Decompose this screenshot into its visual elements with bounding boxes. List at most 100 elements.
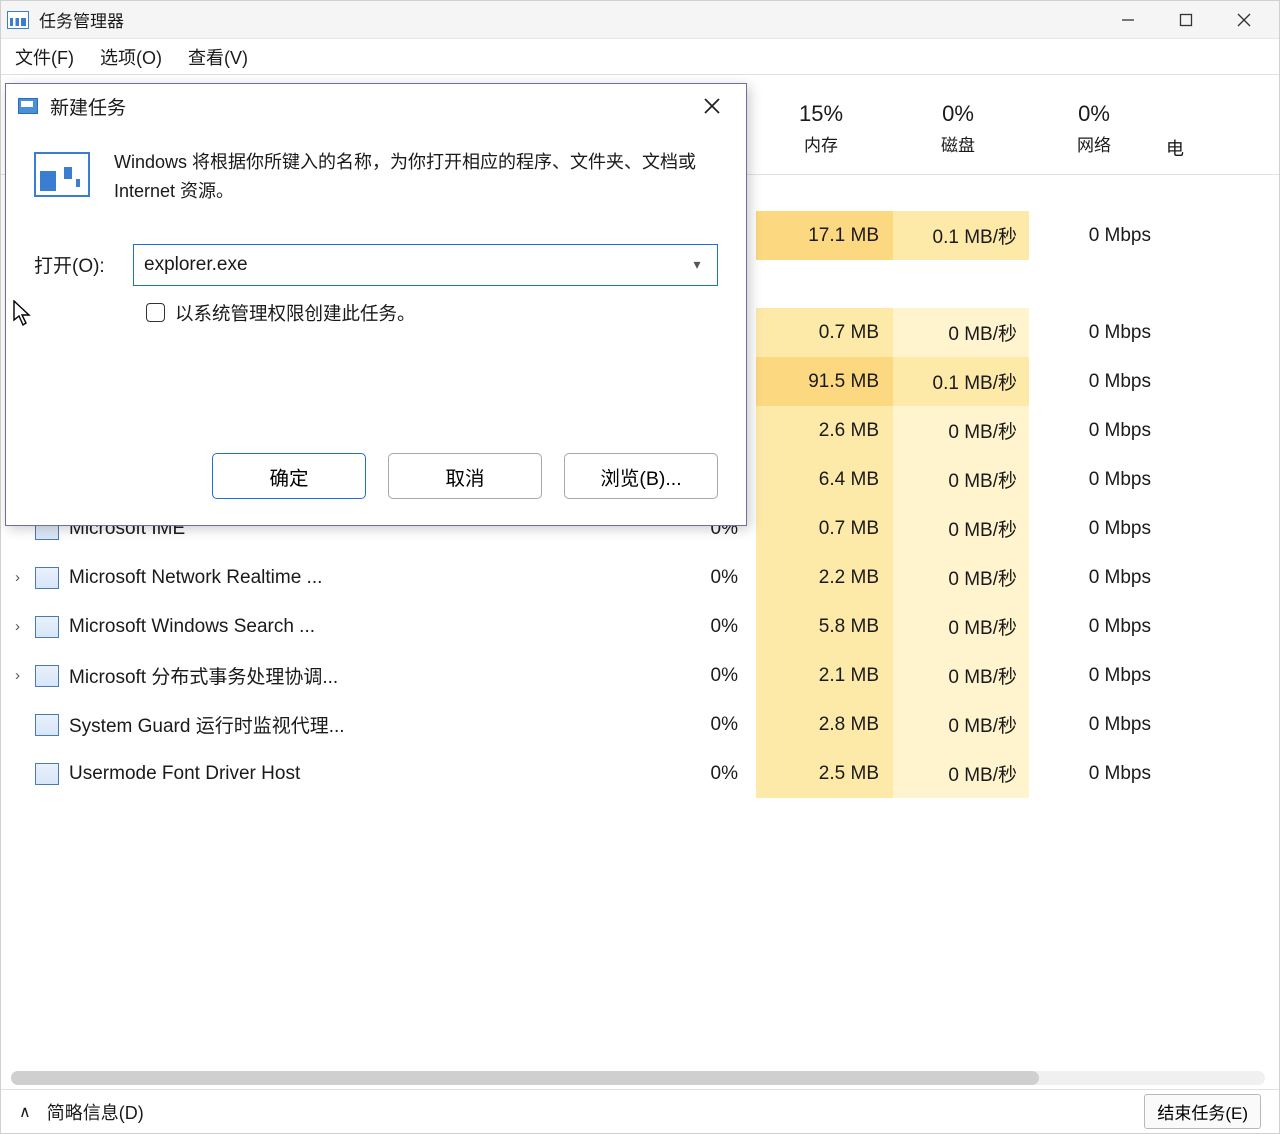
expand-icon[interactable]: › — [15, 618, 35, 635]
process-name: System Guard 运行时监视代理... — [69, 711, 345, 738]
network-cell: 0 Mbps — [1029, 504, 1165, 553]
cpu-cell: 0% — [633, 714, 756, 736]
cpu-cell: 0% — [633, 763, 756, 785]
process-name: Usermode Font Driver Host — [69, 763, 300, 785]
maximize-button[interactable] — [1157, 2, 1215, 38]
dialog-buttons: 确定 取消 浏览(B)... — [6, 435, 746, 525]
memory-cell: 2.6 MB — [756, 406, 893, 455]
col-disk[interactable]: 0% 磁盘 — [893, 75, 1023, 175]
end-task-button[interactable]: 结束任务(E) — [1144, 1094, 1261, 1129]
memory-cell: 2.1 MB — [756, 651, 893, 700]
window-title: 任务管理器 — [39, 7, 124, 32]
close-button[interactable] — [1215, 2, 1273, 38]
memory-cell: 5.8 MB — [756, 602, 893, 651]
menu-file[interactable]: 文件(F) — [15, 44, 74, 70]
network-cell: 0 Mbps — [1029, 553, 1165, 602]
dialog-description-row: Windows 将根据你所键入的名称，为你打开相应的程序、文件夹、文档或 Int… — [34, 148, 718, 206]
disk-cell: 0 MB/秒 — [893, 406, 1029, 455]
disk-cell: 0 MB/秒 — [893, 455, 1029, 504]
app-icon — [7, 11, 29, 29]
network-cell: 0 Mbps — [1029, 211, 1165, 260]
memory-cell: 91.5 MB — [756, 357, 893, 406]
dialog-title: 新建任务 — [50, 93, 126, 120]
cpu-cell: 0% — [633, 665, 756, 687]
menu-options[interactable]: 选项(O) — [100, 44, 162, 70]
table-row[interactable]: ›Microsoft Windows Search ...0%5.8 MB0 M… — [1, 602, 1279, 651]
horizontal-scrollbar[interactable] — [11, 1071, 1265, 1085]
table-row[interactable]: System Guard 运行时监视代理... 0%2.8 MB0 MB/秒0 M… — [1, 700, 1279, 749]
process-name: Microsoft Windows Search ... — [69, 616, 315, 638]
disk-cell: 0 MB/秒 — [893, 749, 1029, 798]
memory-cell: 2.8 MB — [756, 700, 893, 749]
network-cell: 0 Mbps — [1029, 308, 1165, 357]
disk-cell: 0 MB/秒 — [893, 651, 1029, 700]
col-extra[interactable]: 电 — [1165, 75, 1185, 175]
collapse-caret-icon[interactable]: ∧ — [19, 1102, 31, 1122]
dialog-description: Windows 将根据你所键入的名称，为你打开相应的程序、文件夹、文档或 Int… — [114, 148, 718, 206]
process-icon — [35, 567, 59, 589]
memory-cell: 0.7 MB — [756, 308, 893, 357]
col-memory[interactable]: 15% 内存 — [756, 75, 886, 175]
disk-cell: 0.1 MB/秒 — [893, 211, 1029, 260]
process-name-cell: › Microsoft 分布式事务处理协调... — [1, 662, 633, 689]
process-name-cell: › Microsoft Windows Search ... — [1, 616, 633, 638]
new-task-dialog: 新建任务 Windows 将根据你所键入的名称，为你打开相应的程序、文件夹、文档… — [5, 83, 747, 526]
ok-button[interactable]: 确定 — [212, 453, 366, 499]
process-icon — [35, 665, 59, 687]
open-row: 打开(O): explorer.exe ▾ — [34, 244, 718, 286]
open-combobox[interactable]: explorer.exe ▾ — [133, 244, 718, 286]
dialog-close-button[interactable] — [690, 86, 734, 126]
table-row[interactable]: ›Microsoft Network Realtime ...0%2.2 MB0… — [1, 553, 1279, 602]
disk-cell: 0 MB/秒 — [893, 504, 1029, 553]
process-name: Microsoft 分布式事务处理协调... — [69, 662, 338, 689]
disk-cell: 0 MB/秒 — [893, 308, 1029, 357]
memory-cell: 17.1 MB — [756, 211, 893, 260]
network-cell: 0 Mbps — [1029, 651, 1165, 700]
memory-cell: 2.5 MB — [756, 749, 893, 798]
admin-label: 以系统管理权限创建此任务。 — [175, 300, 416, 326]
table-row[interactable]: Usermode Font Driver Host 0%2.5 MB0 MB/秒0… — [1, 749, 1279, 798]
scrollbar-thumb[interactable] — [11, 1071, 1039, 1085]
disk-cell: 0 MB/秒 — [893, 602, 1029, 651]
browse-button[interactable]: 浏览(B)... — [564, 453, 718, 499]
titlebar: 任务管理器 — [1, 1, 1279, 39]
process-icon — [35, 616, 59, 638]
network-cell: 0 Mbps — [1029, 406, 1165, 455]
cpu-cell: 0% — [633, 616, 756, 638]
menubar: 文件(F) 选项(O) 查看(V) — [1, 39, 1279, 75]
process-name: Microsoft Network Realtime ... — [69, 567, 322, 589]
run-dialog-icon — [18, 98, 38, 114]
disk-cell: 0 MB/秒 — [893, 553, 1029, 602]
expand-icon[interactable]: › — [15, 667, 35, 684]
window-controls — [1099, 2, 1273, 38]
disk-cell: 0 MB/秒 — [893, 700, 1029, 749]
process-name-cell: › Microsoft Network Realtime ... — [1, 567, 633, 589]
mode-toggle[interactable]: 简略信息(D) — [47, 1099, 144, 1125]
dialog-body: Windows 将根据你所键入的名称，为你打开相应的程序、文件夹、文档或 Int… — [6, 128, 746, 435]
chevron-down-icon[interactable]: ▾ — [687, 256, 707, 273]
open-label: 打开(O): — [34, 251, 119, 278]
process-icon — [35, 763, 59, 785]
cpu-cell: 0% — [633, 567, 756, 589]
dialog-titlebar: 新建任务 — [6, 84, 746, 128]
run-icon — [34, 152, 90, 197]
cancel-button[interactable]: 取消 — [388, 453, 542, 499]
col-network[interactable]: 0% 网络 — [1029, 75, 1159, 175]
table-row[interactable]: › Microsoft 分布式事务处理协调... 0%2.1 MB0 MB/秒0 M… — [1, 651, 1279, 700]
network-cell: 0 Mbps — [1029, 700, 1165, 749]
network-cell: 0 Mbps — [1029, 602, 1165, 651]
network-cell: 0 Mbps — [1029, 357, 1165, 406]
statusbar: ∧ 简略信息(D) 结束任务(E) — [1, 1089, 1279, 1133]
network-cell: 0 Mbps — [1029, 455, 1165, 504]
process-icon — [35, 714, 59, 736]
expand-icon[interactable]: › — [15, 569, 35, 586]
process-name-cell: System Guard 运行时监视代理... — [1, 711, 633, 738]
process-name-cell: Usermode Font Driver Host — [1, 763, 633, 785]
admin-checkbox-row: 以系统管理权限创建此任务。 — [34, 300, 718, 326]
minimize-button[interactable] — [1099, 2, 1157, 38]
admin-checkbox[interactable] — [146, 303, 165, 322]
menu-view[interactable]: 查看(V) — [188, 44, 248, 70]
memory-cell: 6.4 MB — [756, 455, 893, 504]
network-cell: 0 Mbps — [1029, 749, 1165, 798]
open-input-text[interactable]: explorer.exe — [144, 254, 687, 276]
